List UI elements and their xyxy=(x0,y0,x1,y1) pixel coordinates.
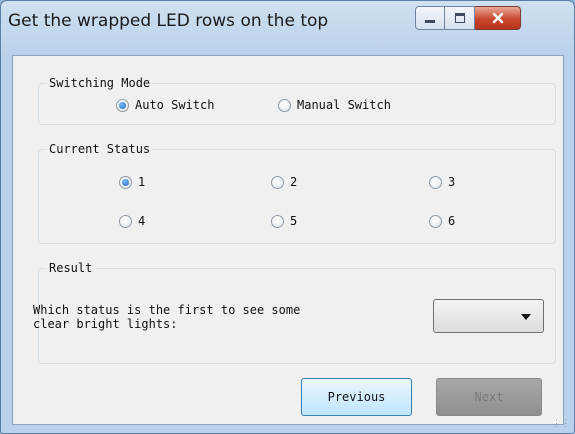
switching-mode-legend: Switching Mode xyxy=(47,76,153,90)
radio-manual-switch[interactable]: Manual Switch xyxy=(278,98,391,112)
current-status-legend: Current Status xyxy=(47,142,153,156)
window-controls xyxy=(415,6,521,30)
radio-status-1[interactable]: 1 xyxy=(119,175,145,189)
radio-label: 4 xyxy=(138,214,146,228)
radio-indicator xyxy=(271,214,284,228)
radio-label: 3 xyxy=(448,175,456,189)
minimize-button[interactable] xyxy=(415,6,445,30)
radio-indicator xyxy=(119,214,132,228)
radio-label: 5 xyxy=(290,214,298,228)
radio-status-5[interactable]: 5 xyxy=(271,214,297,228)
minimize-icon xyxy=(425,19,435,23)
radio-indicator xyxy=(271,175,284,189)
chevron-down-icon xyxy=(521,314,531,320)
radio-indicator xyxy=(119,175,132,189)
close-button[interactable] xyxy=(475,6,521,30)
radio-status-4[interactable]: 4 xyxy=(119,214,145,228)
close-icon xyxy=(492,12,503,24)
question-line-2: clear bright lights: xyxy=(33,317,178,331)
dialog-window: Get the wrapped LED rows on the top Swit… xyxy=(0,0,575,434)
maximize-button[interactable] xyxy=(445,6,475,30)
radio-indicator xyxy=(278,98,291,112)
radio-label: 6 xyxy=(448,214,456,228)
radio-indicator xyxy=(429,175,442,189)
radio-label: 1 xyxy=(138,175,146,189)
question-line-1: Which status is the first to see some xyxy=(33,303,301,317)
result-legend: Result xyxy=(47,261,95,275)
current-status-group: Current Status 1 2 3 4 5 6 xyxy=(38,142,556,244)
radio-indicator xyxy=(429,214,442,228)
radio-indicator xyxy=(116,98,129,112)
radio-status-2[interactable]: 2 xyxy=(271,175,297,189)
radio-status-3[interactable]: 3 xyxy=(429,175,455,189)
radio-label: 2 xyxy=(290,175,298,189)
status-dropdown[interactable] xyxy=(433,299,544,333)
radio-label: Auto Switch xyxy=(135,98,215,112)
result-question: Which status is the first to see some cl… xyxy=(33,303,393,331)
radio-status-6[interactable]: 6 xyxy=(429,214,455,228)
next-button[interactable]: Next xyxy=(436,378,542,416)
radio-auto-switch[interactable]: Auto Switch xyxy=(116,98,214,112)
switching-mode-group: Switching Mode Auto Switch Manual Switch xyxy=(38,76,556,125)
dialog-content: Switching Mode Auto Switch Manual Switch… xyxy=(12,55,564,425)
resize-grip-icon[interactable]: ⋮⋮ xyxy=(552,420,570,429)
previous-button[interactable]: Previous xyxy=(301,378,412,416)
radio-label: Manual Switch xyxy=(297,98,391,112)
maximize-icon xyxy=(454,13,465,23)
window-title: Get the wrapped LED rows on the top xyxy=(8,11,329,31)
